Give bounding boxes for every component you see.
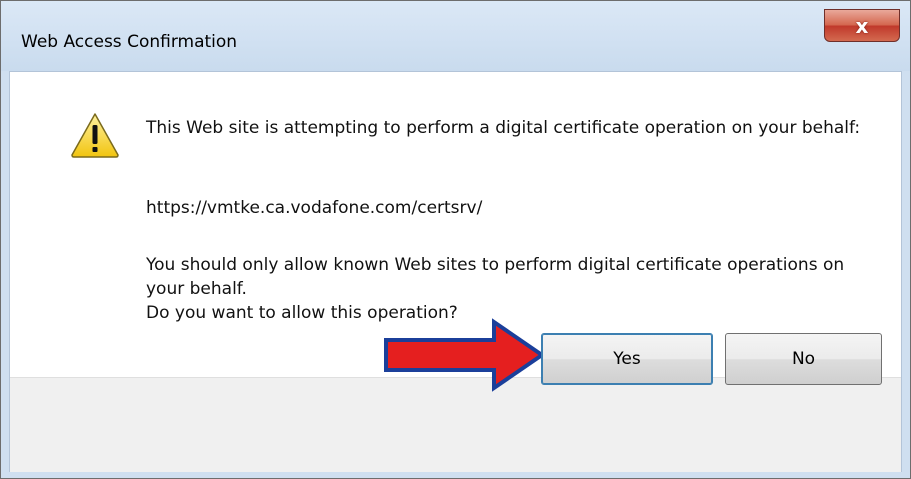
dialog-window: Web Access Confirmation x This Web site … [0,0,911,479]
close-button[interactable]: x [824,9,900,42]
site-url: https://vmtke.ca.vodafone.com/certsrv/ [146,198,483,218]
message-text: This Web site is attempting to perform a… [146,118,861,138]
window-title: Web Access Confirmation [21,32,238,52]
warning-icon [71,113,119,158]
yes-button[interactable]: Yes [541,333,713,385]
dialog-client-area: This Web site is attempting to perform a… [9,71,902,472]
no-button[interactable]: No [725,333,882,385]
close-icon: x [855,13,869,38]
advice-text: You should only allow known Web sites to… [146,255,845,299]
arrow-right-icon [384,318,546,392]
title-bar[interactable]: Web Access Confirmation x [1,1,910,71]
